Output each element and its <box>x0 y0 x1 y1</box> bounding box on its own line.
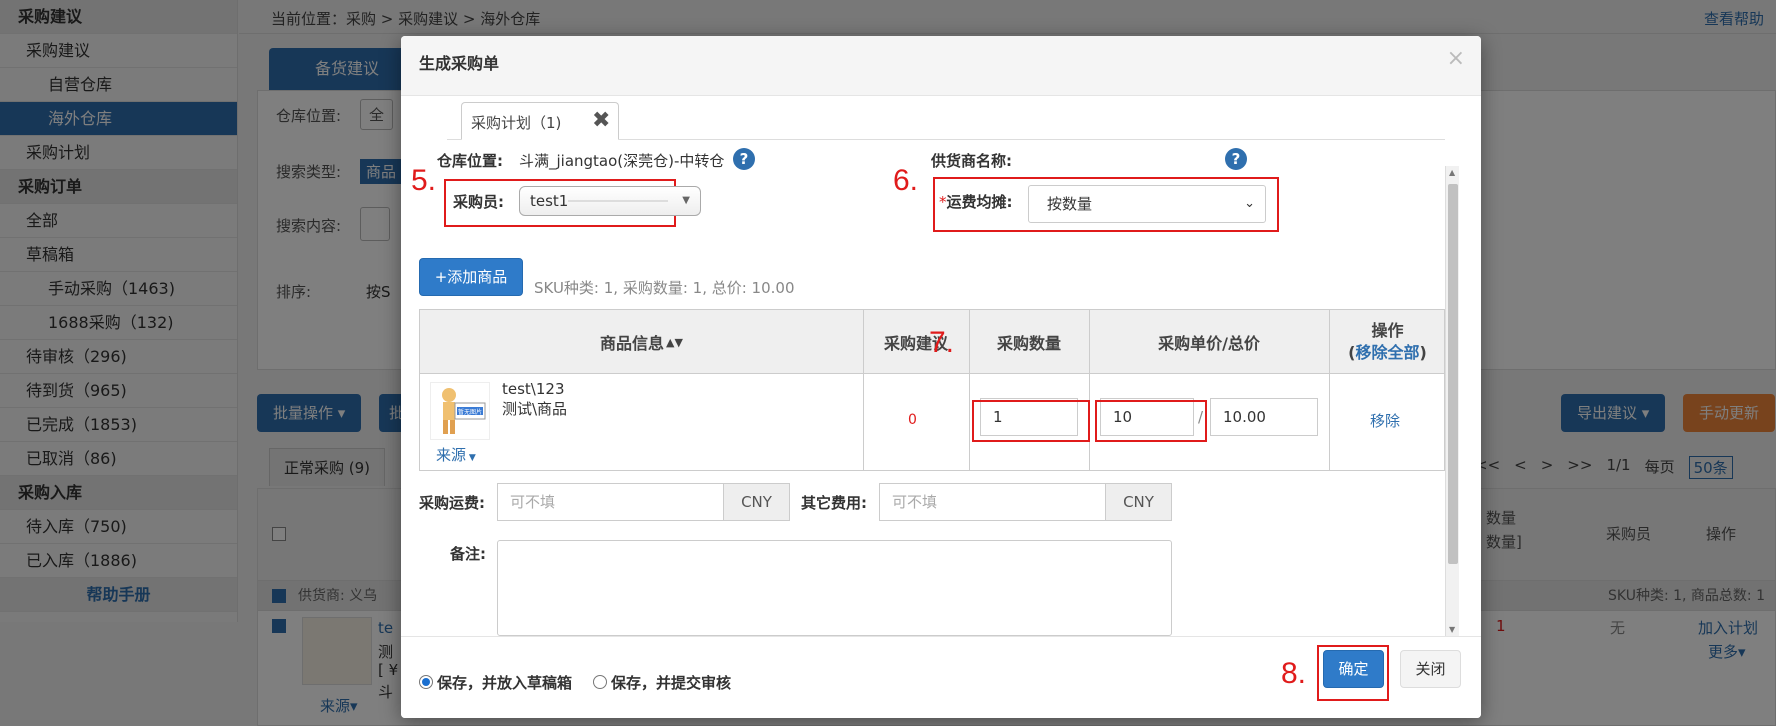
modal-scrollbar[interactable]: ▲ ▼ <box>1445 166 1459 636</box>
sort-icon[interactable]: ▲▼ <box>666 336 683 349</box>
remove-link[interactable]: 移除 <box>1370 410 1400 431</box>
table-row: 暂无图片 test\123 测试\商品 来源 ▼ 0 1 10 / 10.00 … <box>420 374 1444 470</box>
add-product-button[interactable]: +添加商品 <box>419 258 523 296</box>
product-name: 测试\商品 <box>502 400 568 418</box>
chevron-down-icon: ⌄ <box>1244 196 1255 211</box>
other-fee-input[interactable]: 可不填 <box>879 483 1107 521</box>
warehouse-label: 仓库位置: <box>437 152 503 170</box>
freight-label-text: 运费均摊: <box>946 193 1013 211</box>
confirm-button[interactable]: 确定 <box>1323 650 1384 688</box>
note-textarea[interactable] <box>497 540 1172 636</box>
col-action-label: 操作 <box>1371 321 1404 340</box>
tab-close-icon[interactable]: ✖ <box>592 108 610 133</box>
col-price: 采购单价/总价 <box>1158 334 1260 353</box>
freight-allocation-value: 按数量 <box>1047 195 1093 213</box>
required-marker: * <box>939 193 947 211</box>
scroll-down-icon[interactable]: ▼ <box>1449 625 1455 634</box>
total-price-input[interactable]: 10.00 <box>1210 398 1318 436</box>
radio-save-draft-label[interactable]: 保存，并放入草稿箱 <box>437 672 572 693</box>
step-7-annotation: 7. <box>929 326 955 359</box>
tab-purchase-plan-label: 采购计划（1) <box>471 114 562 132</box>
col-quantity: 采购数量 <box>996 334 1061 353</box>
no-image-label: 暂无图片 <box>458 408 482 416</box>
product-source-dropdown[interactable]: 来源 ▼ <box>436 444 476 465</box>
help-icon[interactable]: ? <box>733 148 755 170</box>
radio-save-draft[interactable] <box>419 675 433 689</box>
freight-allocation-select[interactable]: 按数量 ⌄ <box>1028 185 1266 223</box>
help-icon[interactable]: ? <box>1225 148 1247 170</box>
chevron-down-icon: ▼ <box>682 195 690 206</box>
buyer-select-blur <box>568 200 668 202</box>
radio-save-submit[interactable] <box>593 675 607 689</box>
no-image-icon: 暂无图片 <box>442 388 486 434</box>
close-button[interactable]: 关闭 <box>1400 650 1461 688</box>
note-label: 备注: <box>450 545 486 563</box>
buyer-value: test1 <box>530 192 569 210</box>
product-thumbnail: 暂无图片 <box>430 382 490 440</box>
create-purchase-order-modal: 生成采购单 × 采购计划（1) ✖ 仓库位置: 斗满_jiangtao(深莞仓)… <box>401 36 1481 718</box>
scrollbar-thumb[interactable] <box>1448 184 1458 564</box>
buyer-label: 采购员: <box>453 193 504 211</box>
step-6-annotation: 6. <box>893 164 919 197</box>
other-fee-label: 其它费用: <box>801 494 867 512</box>
annotation-box-price <box>1095 400 1207 442</box>
other-fee-currency: CNY <box>1105 483 1172 521</box>
step-8-annotation: 8. <box>1281 657 1307 690</box>
modal-footer: 保存，并放入草稿箱 保存，并提交审核 8. 确定 关闭 <box>401 636 1481 718</box>
modal-header: 生成采购单 × <box>401 36 1481 96</box>
freight-fee-input[interactable]: 可不填 <box>497 483 725 521</box>
annotation-box-quantity <box>972 400 1090 442</box>
freight-label: *运费均摊: <box>939 191 1013 212</box>
remove-all-link[interactable]: 移除全部 <box>1355 343 1419 362</box>
modal-title: 生成采购单 <box>419 54 500 73</box>
caret-down-icon: ▼ <box>466 453 476 463</box>
buyer-select[interactable]: test1 ▼ <box>519 186 701 216</box>
scroll-up-icon[interactable]: ▲ <box>1449 168 1455 177</box>
supplier-name-label: 供货商名称: <box>931 152 1012 170</box>
col-action: 操作 (移除全部) <box>1348 321 1427 362</box>
sku-summary: SKU种类: 1, 采购数量: 1, 总价: 10.00 <box>534 279 795 297</box>
close-icon[interactable]: × <box>1447 46 1465 71</box>
freight-fee-currency: CNY <box>723 483 790 521</box>
freight-fee-label: 采购运费: <box>419 494 485 512</box>
tab-purchase-plan[interactable]: 采购计划（1) ✖ <box>461 102 619 140</box>
suggestion-value: 0 <box>908 412 917 428</box>
product-sku: test\123 <box>502 380 565 398</box>
warehouse-value: 斗满_jiangtao(深莞仓)-中转仓 <box>519 152 725 170</box>
col-product-info[interactable]: 商品信息 ▲▼ <box>420 310 863 374</box>
radio-save-submit-label[interactable]: 保存，并提交审核 <box>611 672 731 693</box>
step-5-annotation: 5. <box>411 164 437 197</box>
